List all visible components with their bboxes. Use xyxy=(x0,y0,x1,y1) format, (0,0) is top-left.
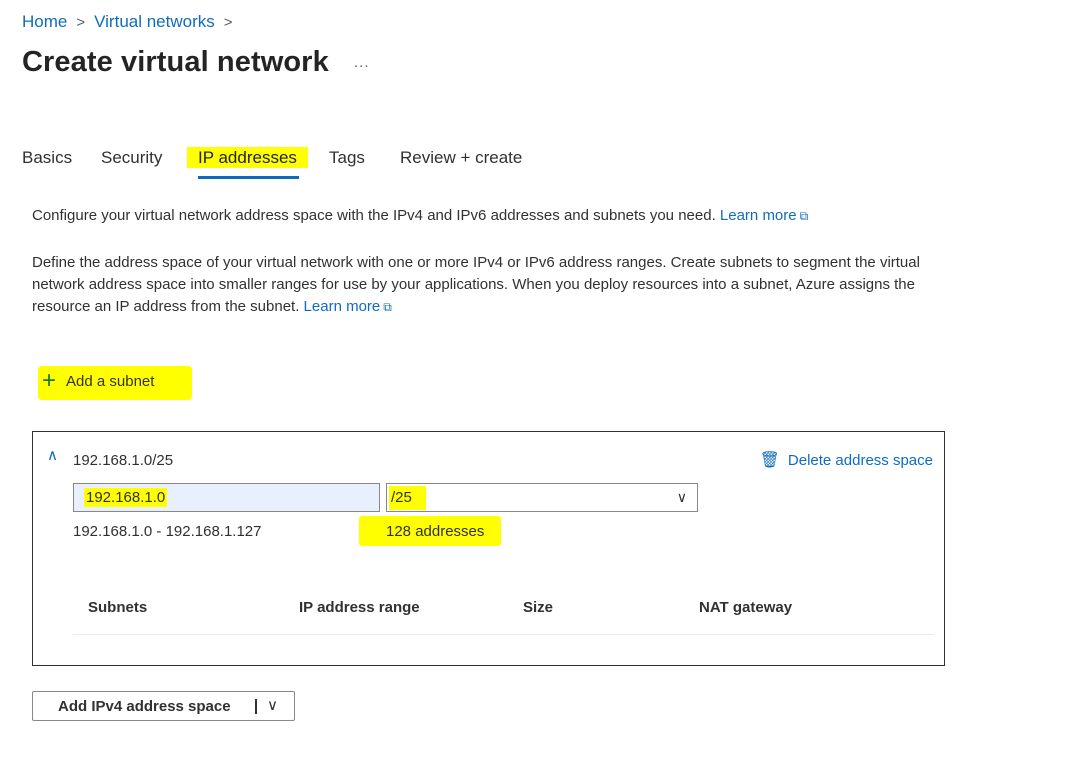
prefix-length-value: /25 xyxy=(389,486,426,510)
chevron-up-icon[interactable]: ∧ xyxy=(47,446,58,464)
address-count: 128 addresses xyxy=(386,523,485,540)
prefix-length-select[interactable]: /25 ∨ xyxy=(386,483,698,512)
column-header-nat-gateway: NAT gateway xyxy=(699,599,793,616)
learn-more-link[interactable]: Learn more xyxy=(720,207,797,224)
add-subnet-label: Add a subnet xyxy=(66,372,155,390)
description-address-space: Define the address space of your virtual… xyxy=(32,252,962,318)
description-intro: Configure your virtual network address s… xyxy=(32,205,932,227)
table-divider xyxy=(73,634,934,635)
column-header-subnets: Subnets xyxy=(88,599,148,616)
external-link-icon: ⧉ xyxy=(383,300,392,314)
delete-address-space-button[interactable]: 🗑 Delete address space xyxy=(760,450,933,470)
ip-address-input[interactable]: 192.168.1.0 xyxy=(73,483,380,512)
column-header-size: Size xyxy=(523,599,554,616)
address-range: 192.168.1.0 - 192.168.1.127 xyxy=(73,523,262,540)
tab-review-create[interactable]: Review + create xyxy=(400,146,522,170)
add-ipv4-address-space-label: Add IPv4 address space xyxy=(58,698,231,715)
active-tab-indicator xyxy=(198,176,299,179)
breadcrumb: Home > Virtual networks > xyxy=(22,12,242,32)
chevron-down-icon[interactable]: ∨ xyxy=(267,696,278,714)
tab-ip-addresses-label: IP addresses xyxy=(187,147,308,168)
tab-ip-addresses[interactable]: IP addresses xyxy=(187,146,308,170)
breadcrumb-separator: > xyxy=(223,13,233,31)
description-intro-text: Configure your virtual network address s… xyxy=(32,207,716,224)
chevron-down-icon: ∨ xyxy=(676,489,687,505)
add-ipv4-address-space-button[interactable]: Add IPv4 address space ∨ xyxy=(32,691,295,721)
tab-basics[interactable]: Basics xyxy=(22,146,72,170)
plus-icon: + xyxy=(42,367,57,394)
column-header-ip-address-range: IP address range xyxy=(299,599,420,616)
tab-tags[interactable]: Tags xyxy=(329,146,365,170)
external-link-icon: ⧉ xyxy=(799,209,809,223)
page-title: Create virtual network xyxy=(22,46,329,78)
tab-security[interactable]: Security xyxy=(101,146,162,170)
description-address-space-text: Define the address space of your virtual… xyxy=(32,254,920,315)
split-divider xyxy=(255,699,257,714)
more-options-button[interactable]: ... xyxy=(354,54,370,71)
delete-address-space-label: Delete address space xyxy=(787,451,933,469)
address-space-panel: ∧ 192.168.1.0/25 🗑 Delete address space … xyxy=(32,431,945,666)
ip-address-value: 192.168.1.0 xyxy=(84,488,168,507)
breadcrumb-home-link[interactable]: Home xyxy=(22,12,67,32)
breadcrumb-virtual-networks-link[interactable]: Virtual networks xyxy=(94,12,215,32)
address-space-cidr: 192.168.1.0/25 xyxy=(73,452,174,469)
trash-icon: 🗑 xyxy=(759,452,780,469)
breadcrumb-separator: > xyxy=(76,13,86,31)
learn-more-link[interactable]: Learn more xyxy=(304,298,381,315)
add-subnet-button[interactable]: + Add a subnet xyxy=(42,367,155,394)
